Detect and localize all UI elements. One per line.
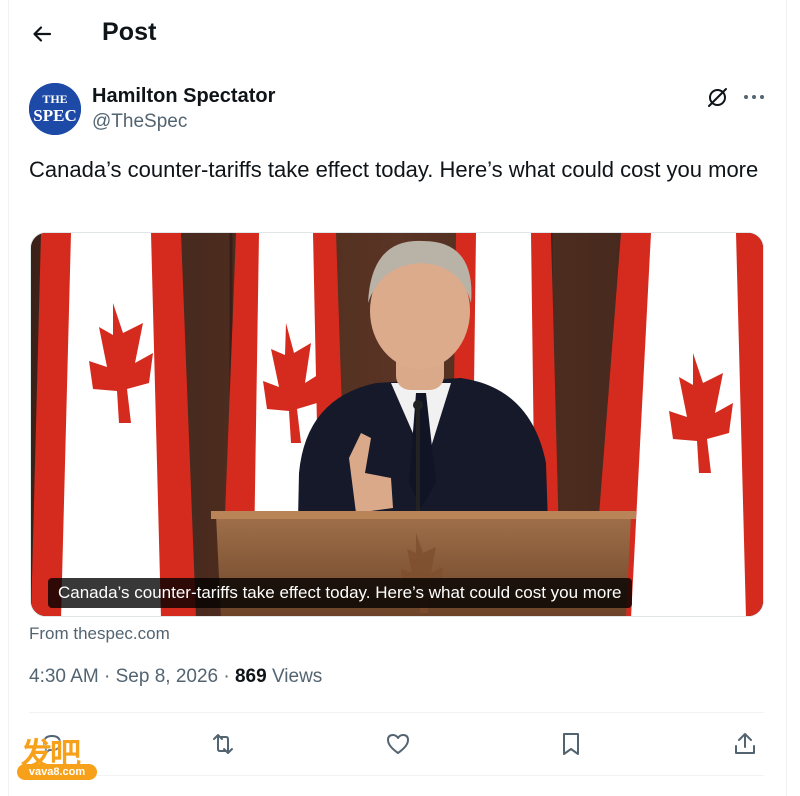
media-source-link[interactable]: From thespec.com: [29, 624, 170, 644]
bookmark-icon[interactable]: [557, 730, 585, 758]
share-upload-icon[interactable]: [731, 730, 759, 758]
author-name[interactable]: Hamilton Spectator: [92, 85, 275, 108]
post-date[interactable]: Sep 8, 2026: [116, 666, 218, 687]
heart-icon[interactable]: [384, 730, 412, 758]
timeline-right-border: [786, 0, 787, 796]
media-image: [31, 233, 763, 616]
meta-separator: ·: [104, 666, 111, 687]
avatar[interactable]: THE SPEC: [29, 83, 81, 135]
arrow-left-icon[interactable]: [30, 22, 54, 46]
post-time[interactable]: 4:30 AM: [29, 666, 99, 687]
timeline-left-border: [8, 0, 9, 796]
divider-bottom: [29, 775, 764, 776]
media-card[interactable]: Canada’s counter-tariffs take effect tod…: [30, 232, 764, 617]
post-header: Post: [0, 0, 800, 66]
author-handle[interactable]: @TheSpec: [92, 111, 187, 133]
more-horizontal-icon[interactable]: [741, 84, 767, 110]
meta-separator: ·: [223, 666, 230, 687]
flag-left: [31, 233, 196, 616]
watermark-logo: 发吧 vava8.com: [17, 731, 97, 781]
action-bar: [0, 713, 800, 775]
views-count: 869: [234, 666, 267, 687]
avatar-logo-bottom: SPEC: [33, 106, 76, 125]
post-text: Canada’s counter-tariffs take effect tod…: [29, 157, 759, 182]
page-title: Post: [102, 18, 157, 46]
avatar-logo-top: THE: [42, 92, 67, 106]
grok-slash-icon[interactable]: [705, 84, 731, 110]
post-meta: 4:30 AM · Sep 8, 2026 · 869 Views: [29, 666, 322, 688]
watermark-url: vava8.com: [17, 764, 97, 780]
views-label: Views: [271, 666, 323, 687]
repost-icon[interactable]: [209, 730, 237, 758]
media-caption: Canada’s counter-tariffs take effect tod…: [48, 578, 632, 608]
